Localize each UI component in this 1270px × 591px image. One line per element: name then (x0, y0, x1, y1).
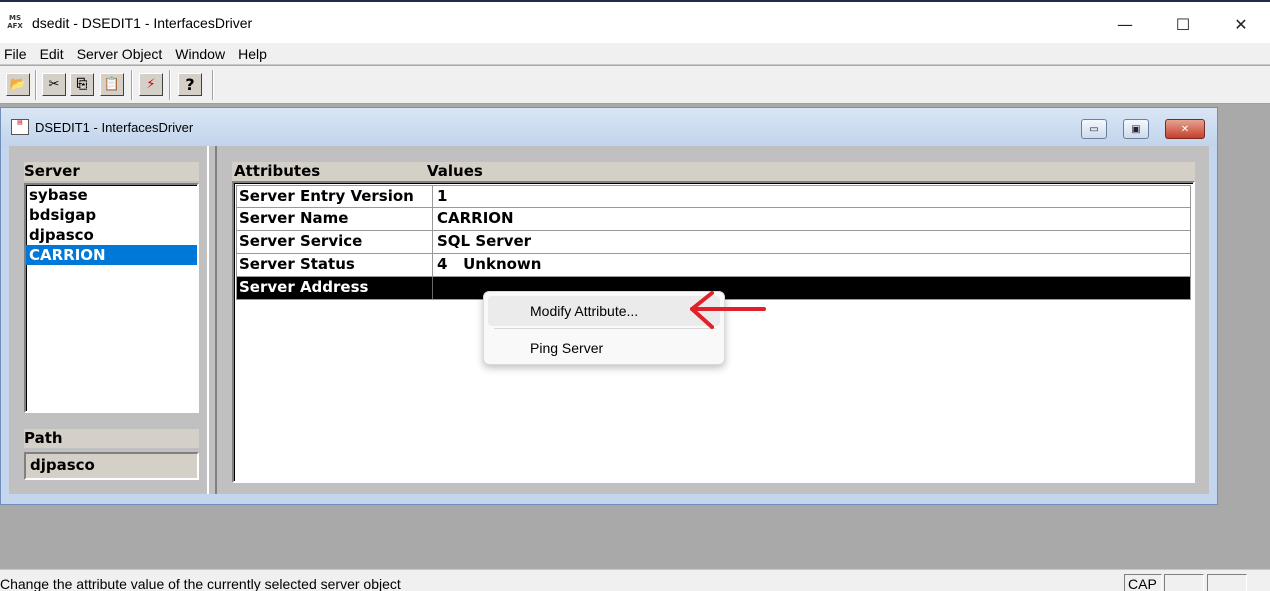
status-text: Change the attribute value of the curren… (0, 576, 401, 591)
caps-indicator: CAP (1124, 574, 1162, 591)
ping-icon[interactable]: ⚡ (139, 73, 163, 96)
child-close-button[interactable]: ✕ (1165, 119, 1205, 139)
table-row[interactable]: Server Status 4 Unknown (236, 254, 1191, 277)
attribute-value: 1 (437, 187, 448, 205)
attributes-column-header: Attributes (234, 162, 321, 180)
minimize-button[interactable]: — (1096, 4, 1154, 45)
app-icon: MS AFX (7, 13, 23, 30)
table-row[interactable]: Server Entry Version 1 (236, 185, 1191, 208)
menu-help[interactable]: Help (238, 46, 267, 62)
child-minimize-button[interactable]: ▭ (1081, 119, 1107, 139)
scroll-indicator (1207, 574, 1247, 591)
menu-bar: File Edit Server Object Window Help (0, 43, 1270, 65)
status-bar: Change the attribute value of the curren… (0, 569, 1270, 591)
menu-window[interactable]: Window (175, 46, 225, 62)
toolbar-separator (169, 70, 171, 100)
child-restore-button[interactable]: ▣ (1123, 119, 1149, 139)
child-title: DSEDIT1 - InterfacesDriver (35, 119, 194, 135)
ping-server-menu-item[interactable]: Ping Server (488, 333, 720, 363)
paste-icon[interactable]: 📋 (100, 73, 124, 96)
menu-separator (494, 328, 716, 329)
table-row[interactable]: Server Service SQL Server (236, 231, 1191, 254)
toolbar-separator (212, 70, 214, 100)
attribute-name: Server Name (237, 208, 433, 230)
close-button[interactable]: ✕ (1212, 4, 1270, 45)
child-title-bar: ▤ DSEDIT1 - InterfacesDriver ▭ ▣ ✕ (1, 108, 1217, 146)
attributes-header: Attributes Values (232, 162, 1195, 181)
toolbar-separator (131, 70, 133, 100)
path-label: Path (24, 429, 199, 448)
server-item-selected[interactable]: CARRION (26, 245, 197, 265)
server-list[interactable]: sybase bdsigap djpasco CARRION (24, 183, 199, 413)
window-title: dsedit - DSEDIT1 - InterfacesDriver (32, 14, 253, 31)
menu-file[interactable]: File (4, 46, 27, 62)
server-pane: Server sybase bdsigap djpasco CARRION Pa… (9, 146, 209, 494)
attribute-value: CARRION (437, 209, 514, 227)
attribute-value: 4 Unknown (437, 255, 542, 273)
title-bar: MS AFX dsedit - DSEDIT1 - InterfacesDriv… (0, 0, 1270, 43)
path-value: djpasco (24, 452, 199, 480)
server-item[interactable]: djpasco (26, 225, 197, 245)
num-indicator (1164, 574, 1204, 591)
attribute-name: Server Entry Version (237, 186, 433, 207)
menu-server-object[interactable]: Server Object (77, 46, 163, 62)
server-item[interactable]: sybase (26, 185, 197, 205)
help-icon[interactable]: ? (178, 73, 202, 96)
open-icon[interactable]: 📂 (6, 73, 30, 96)
cut-icon[interactable]: ✂ (42, 73, 66, 96)
attribute-value: SQL Server (437, 232, 532, 250)
maximize-button[interactable]: ☐ (1154, 4, 1212, 45)
server-header: Server (24, 162, 199, 181)
server-item[interactable]: bdsigap (26, 205, 197, 225)
attribute-name: Server Status (237, 254, 433, 276)
document-icon: ▤ (11, 119, 29, 135)
menu-edit[interactable]: Edit (40, 46, 64, 62)
annotation-arrow-icon (690, 291, 766, 329)
attribute-name: Server Address (237, 277, 433, 299)
attributes-table: Server Entry Version 1 Server Name CARRI… (236, 185, 1191, 300)
toolbar-separator (35, 70, 37, 100)
copy-icon[interactable]: ⎘ (70, 73, 94, 96)
table-row[interactable]: Server Name CARRION (236, 208, 1191, 231)
values-column-header: Values (427, 162, 483, 180)
toolbar: 📂 ✂ ⎘ 📋 ⚡ ? (0, 66, 1270, 104)
attribute-name: Server Service (237, 231, 433, 253)
